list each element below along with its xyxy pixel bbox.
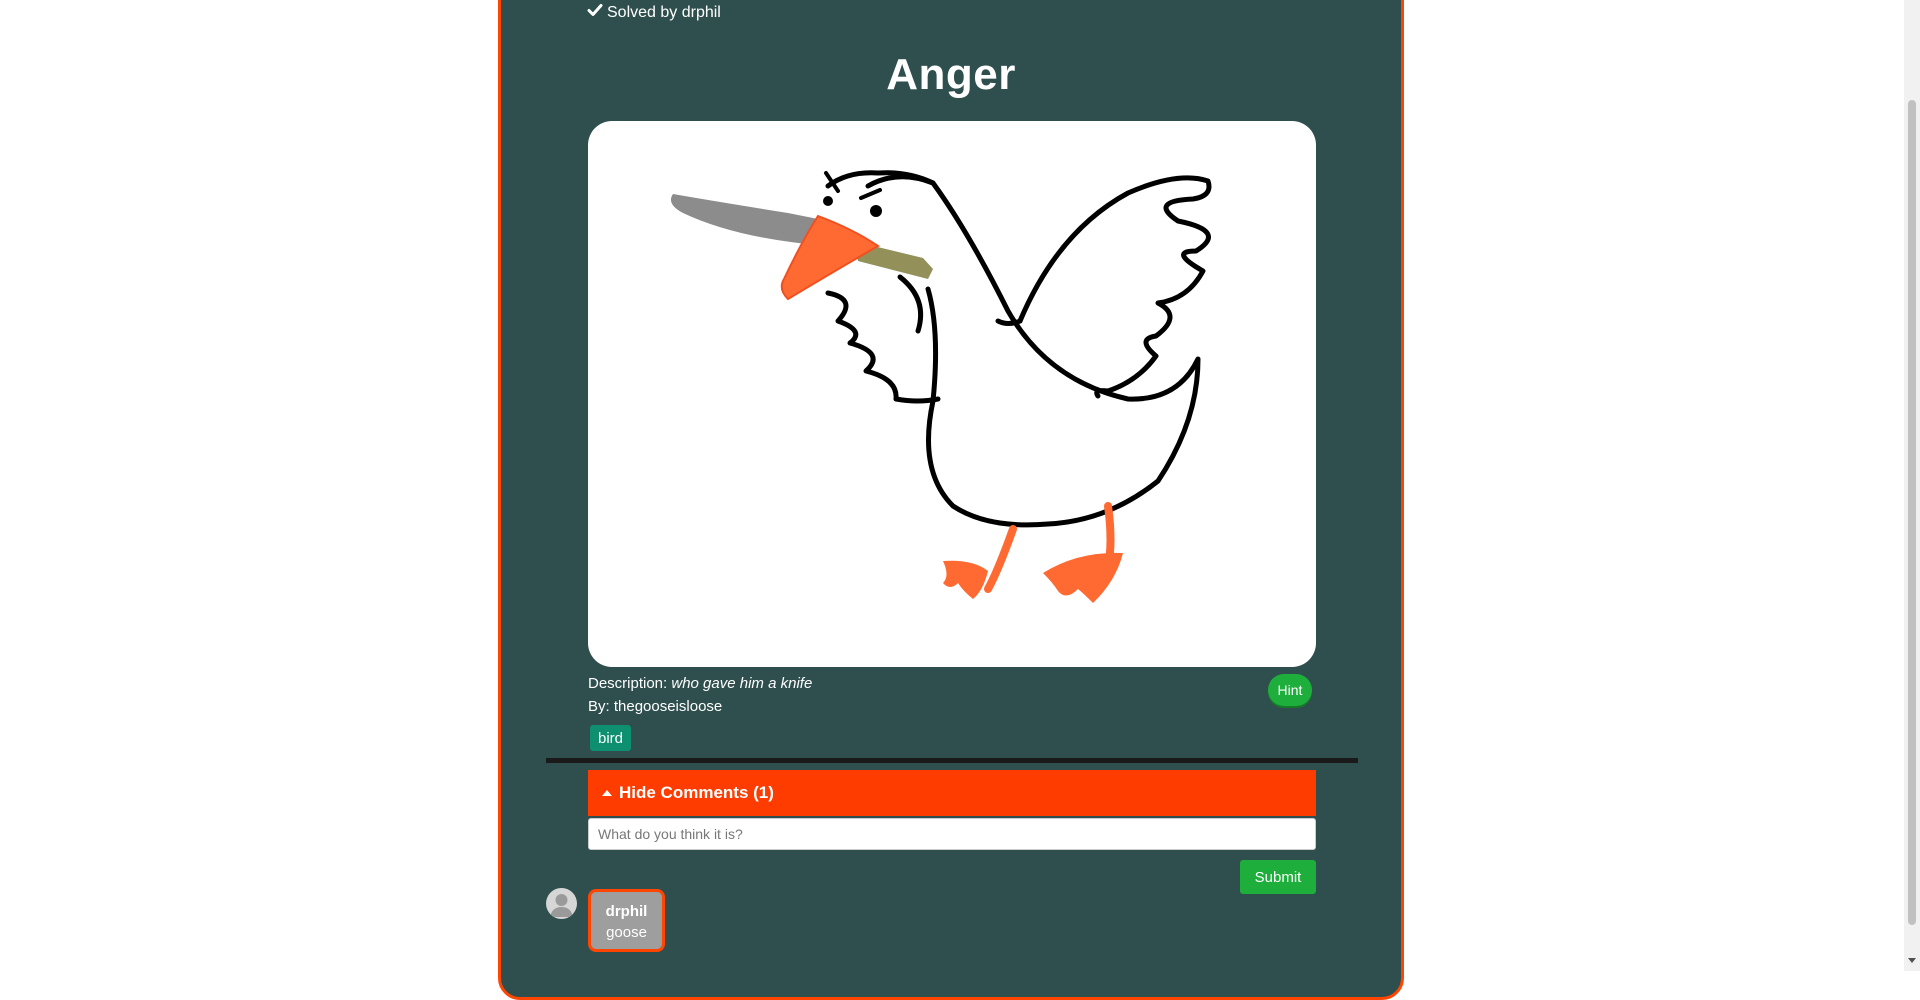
comment-input[interactable] xyxy=(588,818,1316,850)
hide-comments-label: Hide Comments (1) xyxy=(619,783,774,802)
description-label: Description: xyxy=(588,675,668,692)
scroll-down-arrow-icon[interactable] xyxy=(1908,958,1916,963)
hide-comments-button[interactable]: Hide Comments (1) xyxy=(588,770,1316,816)
avatar xyxy=(546,888,577,919)
user-silhouette-icon xyxy=(550,894,573,917)
solved-text: Solved by drphil xyxy=(607,3,721,21)
scrollbar-thumb[interactable] xyxy=(1908,100,1916,925)
hint-button[interactable]: Hint xyxy=(1268,674,1312,706)
author-line: By: thegooseisloose xyxy=(588,698,723,715)
drawing-image xyxy=(588,121,1316,667)
page-scrollbar[interactable] xyxy=(1904,0,1920,971)
description: Description: who gave him a knife xyxy=(588,675,812,692)
comment-text: goose xyxy=(606,924,647,941)
description-value: who gave him a knife xyxy=(671,675,813,692)
comment-item: drphil goose xyxy=(588,889,665,952)
tag-bird[interactable]: bird xyxy=(590,725,632,751)
submit-button[interactable]: Submit xyxy=(1240,860,1316,894)
caret-up-icon xyxy=(602,790,612,796)
post-title: Anger xyxy=(886,50,1016,99)
solved-status: Solved by drphil xyxy=(587,2,721,23)
divider xyxy=(546,758,1358,763)
comment-user[interactable]: drphil xyxy=(591,901,662,922)
check-icon xyxy=(587,2,603,23)
